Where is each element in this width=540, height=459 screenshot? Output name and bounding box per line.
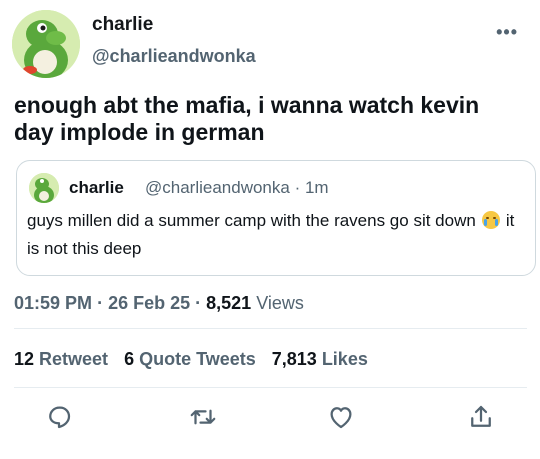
reply-button[interactable] <box>44 402 74 432</box>
heart-icon <box>330 407 352 429</box>
quoted-time: 1m <box>304 178 329 197</box>
quotes-label: Quote Tweets <box>139 349 256 369</box>
quoted-author-name: charlie <box>69 178 124 197</box>
views-label: Views <box>256 293 304 313</box>
quoted-author-handle: @charlieandwonka <box>145 178 290 197</box>
tweet-time[interactable]: 01:59 PM <box>14 293 92 313</box>
quoted-meta: @charlieandwonka · 1m <box>145 178 329 198</box>
likes-count: 7,813 <box>271 349 317 369</box>
quotes-count: 6 <box>124 349 135 369</box>
quoted-separator: · <box>294 178 305 197</box>
meta-separator: · <box>195 293 207 313</box>
divider <box>14 328 527 329</box>
retweets-label: Retweet <box>39 349 109 369</box>
crying-face-icon <box>481 211 500 229</box>
likes-stat[interactable]: 7,813 Likes <box>272 349 384 369</box>
share-button[interactable] <box>466 402 496 432</box>
tweet-meta: 01:59 PM · 26 Feb 25 · 8,521 Views <box>14 293 304 314</box>
tweet-date[interactable]: 26 Feb 25 <box>108 293 190 313</box>
like-button[interactable] <box>326 402 356 432</box>
quoted-tweet[interactable]: charlie @charlieandwonka · 1m guys mille… <box>16 160 536 276</box>
quoted-avatar <box>29 173 59 203</box>
meta-separator: · <box>97 293 109 313</box>
retweet-icon <box>190 409 216 425</box>
retweets-count: 12 <box>14 349 35 369</box>
quoted-avatar-image <box>29 173 59 203</box>
avatar[interactable] <box>12 10 80 78</box>
reply-icon <box>49 406 71 429</box>
likes-label: Likes <box>321 349 368 369</box>
engagement-stats: 12 Retweet 6 Quote Tweets 7,813 Likes <box>14 349 384 370</box>
more-icon[interactable]: ••• <box>496 22 518 43</box>
retweets-stat[interactable]: 12 Retweet <box>14 349 124 369</box>
views-count: 8,521 <box>206 293 252 313</box>
quoted-text: guys millen did a summer camp with the r… <box>27 207 527 263</box>
author-name[interactable]: charlie <box>92 14 153 36</box>
quotes-stat[interactable]: 6 Quote Tweets <box>124 349 272 369</box>
author-handle[interactable]: @charlieandwonka <box>92 46 256 67</box>
avatar-image <box>12 10 80 78</box>
tweet-text: enough abt the mafia, i wanna watch kevi… <box>14 92 480 145</box>
share-icon <box>471 405 491 427</box>
retweet-button[interactable] <box>188 402 218 432</box>
quoted-text-before: guys millen did a summer camp with the r… <box>27 211 476 230</box>
divider <box>14 387 527 388</box>
